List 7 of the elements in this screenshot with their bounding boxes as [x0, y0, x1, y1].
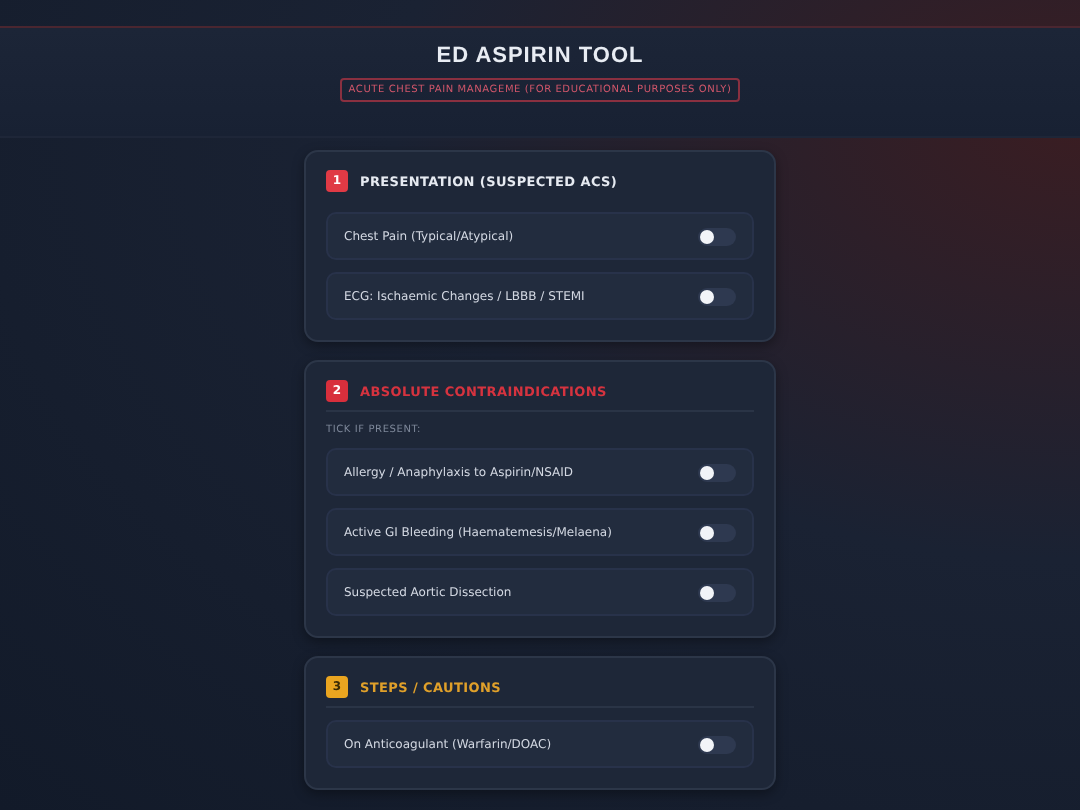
toggle-switch[interactable]: [698, 523, 736, 541]
toggle-switch[interactable]: [698, 583, 736, 601]
toggle-switch[interactable]: [698, 227, 736, 245]
app-title: ED ASPIRIN TOOL: [436, 44, 644, 68]
toggle-switch[interactable]: [698, 463, 736, 481]
toggle-switch[interactable]: [698, 735, 736, 753]
toggle-switch[interactable]: [698, 287, 736, 305]
